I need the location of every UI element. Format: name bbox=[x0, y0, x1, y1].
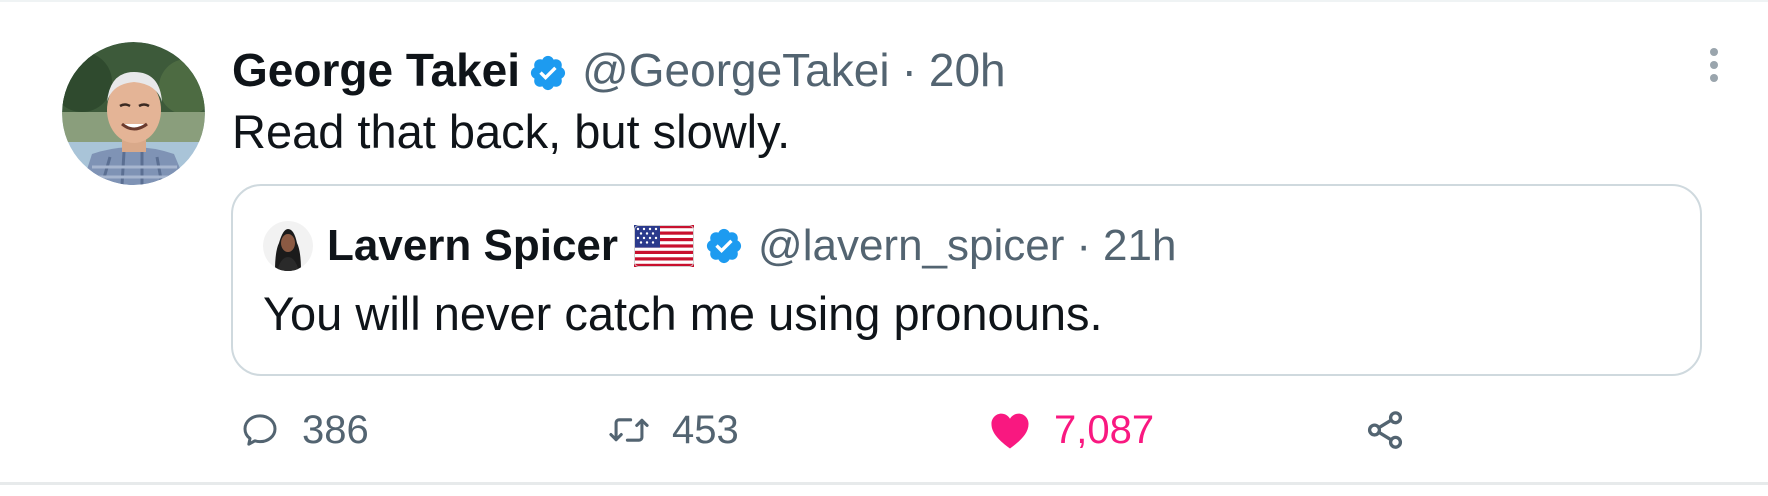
quoted-author-name[interactable]: Lavern Spicer bbox=[327, 221, 618, 271]
author-name[interactable]: George Takei bbox=[232, 43, 520, 97]
tweet-header: George Takei @GeorgeTakei · 20h bbox=[232, 40, 1006, 100]
quoted-author-avatar bbox=[263, 221, 313, 271]
verified-badge-icon bbox=[704, 226, 744, 266]
like-button[interactable]: 7,087 bbox=[988, 402, 1154, 458]
heart-icon bbox=[991, 413, 1029, 449]
top-divider bbox=[0, 0, 1768, 2]
reply-count: 386 bbox=[302, 407, 369, 452]
verified-badge-icon bbox=[528, 50, 568, 91]
us-flag-icon bbox=[634, 225, 695, 267]
tweet-time[interactable]: 20h bbox=[929, 43, 1006, 97]
quoted-header-separator: · bbox=[1076, 221, 1092, 270]
bottom-divider bbox=[0, 482, 1768, 485]
like-count: 7,087 bbox=[1054, 407, 1155, 452]
author-avatar[interactable] bbox=[62, 42, 205, 185]
quoted-tweet-card[interactable]: Lavern Spicer @lavern_spicer · 21h You w… bbox=[231, 184, 1702, 376]
quoted-author-handle[interactable]: @lavern_spicer bbox=[758, 221, 1064, 271]
tweet-text: Read that back, but slowly. bbox=[232, 105, 791, 158]
reply-button[interactable]: 386 bbox=[240, 402, 369, 458]
more-vertical-icon[interactable] bbox=[1704, 46, 1724, 86]
retweet-button[interactable]: 453 bbox=[608, 402, 739, 458]
quoted-tweet-header: Lavern Spicer @lavern_spicer · 21h bbox=[263, 216, 1176, 276]
share-button[interactable] bbox=[1364, 402, 1428, 458]
reply-icon bbox=[243, 414, 277, 446]
retweet-count: 453 bbox=[672, 407, 739, 452]
author-handle[interactable]: @GeorgeTakei bbox=[582, 43, 890, 97]
quoted-tweet-text: You will never catch me using pronouns. bbox=[263, 287, 1103, 340]
header-separator: · bbox=[901, 44, 917, 96]
share-icon bbox=[1367, 411, 1403, 449]
quoted-tweet-time[interactable]: 21h bbox=[1103, 221, 1176, 271]
retweet-icon bbox=[609, 418, 649, 442]
